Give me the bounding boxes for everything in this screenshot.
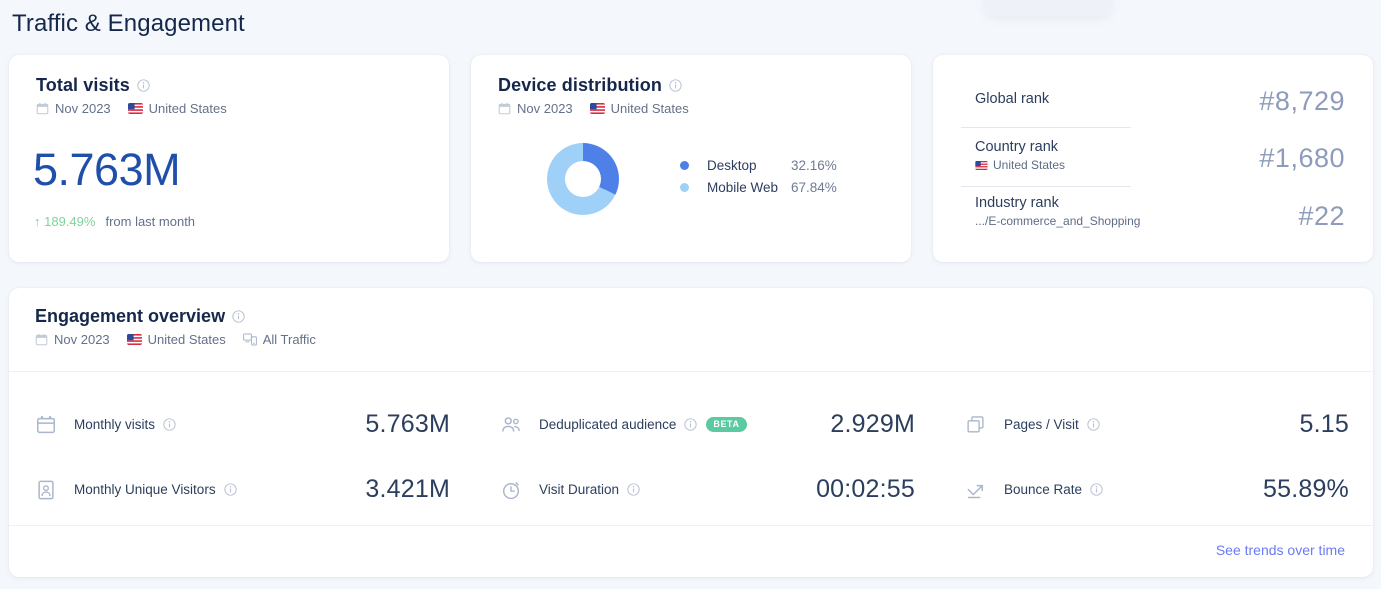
country-rank-value: #1,680	[1259, 143, 1345, 173]
visitor-icon	[35, 479, 57, 501]
legend-value: 32.16%	[791, 157, 837, 173]
legend-label: Desktop	[707, 157, 757, 173]
total-visits-delta: ↑ 189.49% from last month	[34, 214, 195, 229]
metric-visit-duration[interactable]: Visit Duration 00:02:55	[474, 457, 939, 522]
industry-rank-sub: .../E-commerce_and_Shopping	[975, 214, 1345, 228]
delta-percent: 189.49%	[44, 214, 96, 229]
engagement-header: Engagement overview Nov 2023 United Stat…	[9, 288, 1373, 347]
engagement-metrics-grid: Monthly visits 5.763M Deduplicated audie…	[9, 392, 1373, 522]
metric-value: 5.763M	[365, 410, 450, 438]
total-visits-meta: Nov 2023 United States	[36, 101, 449, 116]
info-icon[interactable]	[137, 79, 150, 92]
see-trends-link[interactable]: See trends over time	[1216, 542, 1345, 558]
cut-off-pill	[985, 0, 1111, 16]
legend-item: Desktop 32.16%	[680, 154, 837, 176]
device-distribution-title-row: Device distribution	[498, 75, 911, 96]
total-visits-header: Total visits Nov 2023 United States	[9, 55, 449, 116]
metric-pages-per-visit[interactable]: Pages / Visit 5.15	[939, 392, 1373, 457]
info-icon[interactable]	[627, 483, 640, 496]
bounce-icon	[965, 479, 987, 501]
engagement-divider-bottom	[9, 525, 1373, 526]
calendar-icon	[35, 333, 48, 346]
info-icon[interactable]	[1087, 418, 1100, 431]
info-icon[interactable]	[684, 418, 698, 431]
engagement-overview-card: Engagement overview Nov 2023 United Stat…	[9, 288, 1373, 577]
metric-value: 3.421M	[365, 475, 450, 503]
global-rank-value: #8,729	[1259, 86, 1345, 116]
engagement-divider-top	[9, 371, 1373, 372]
legend-value: 67.84%	[791, 179, 837, 195]
industry-rank-value: #22	[1298, 201, 1345, 231]
beta-badge: BETA	[706, 417, 747, 432]
us-flag-icon	[127, 103, 143, 114]
us-flag-icon	[975, 160, 988, 170]
country-rank-row[interactable]: Country rank United States #1,680	[975, 139, 1345, 172]
engagement-title: Engagement overview	[35, 306, 226, 326]
global-rank-row[interactable]: Global rank #8,729	[975, 88, 1345, 115]
industry-rank-label: Industry rank	[975, 195, 1059, 211]
device-distribution-legend: Desktop 32.16% Mobile Web 67.84%	[680, 154, 837, 198]
metric-value: 00:02:55	[816, 475, 915, 503]
total-visits-title: Total visits	[36, 75, 130, 95]
total-visits-delta-value: ↑ 189.49%	[34, 214, 95, 229]
industry-rank-row[interactable]: Industry rank .../E-commerce_and_Shoppin…	[975, 195, 1345, 231]
us-flag-icon	[589, 103, 605, 114]
metric-bounce-rate[interactable]: Bounce Rate 55.89%	[939, 457, 1373, 522]
total-visits-delta-note: from last month	[105, 214, 196, 229]
industry-rank-category: .../E-commerce_and_Shopping	[975, 214, 1141, 228]
rank-divider	[961, 127, 1131, 128]
metric-value: 55.89%	[1263, 475, 1349, 503]
country-rank-country: United States	[993, 158, 1066, 172]
page-title: Traffic & Engagement	[12, 10, 245, 37]
us-flag-icon	[126, 334, 142, 345]
metric-value: 5.15	[1299, 410, 1349, 438]
calendar-icon	[35, 414, 57, 436]
device-distribution-title: Device distribution	[498, 75, 662, 95]
info-icon[interactable]	[223, 483, 237, 496]
pages-icon	[965, 414, 987, 436]
metric-label: Bounce Rate	[1004, 482, 1083, 497]
stopwatch-icon	[500, 479, 522, 501]
info-icon[interactable]	[232, 310, 245, 323]
metric-label: Visit Duration	[539, 482, 620, 497]
total-visits-value: 5.763M	[33, 144, 181, 195]
info-icon[interactable]	[163, 418, 176, 431]
metric-label: Deduplicated audience	[539, 417, 677, 432]
info-icon[interactable]	[669, 79, 682, 92]
engagement-meta: Nov 2023 United States All Traffic	[35, 332, 1373, 347]
metric-monthly-unique-visitors[interactable]: Monthly Unique Visitors 3.421M	[9, 457, 474, 522]
engagement-country: United States	[147, 332, 226, 347]
engagement-title-row: Engagement overview	[35, 306, 1373, 327]
device-distribution-country: United States	[610, 101, 689, 116]
metric-label: Pages / Visit	[1004, 417, 1079, 432]
calendar-icon	[498, 102, 511, 115]
device-distribution-period: Nov 2023	[517, 101, 573, 116]
donut-hole	[565, 161, 601, 197]
rank-divider	[961, 186, 1131, 187]
legend-color-dot	[680, 160, 689, 170]
legend-label: Mobile Web	[707, 179, 779, 195]
legend-color-dot	[680, 182, 689, 192]
total-visits-country: United States	[148, 101, 227, 116]
total-visits-title-row: Total visits	[36, 75, 449, 96]
devices-icon	[242, 333, 257, 346]
device-distribution-donut-chart	[547, 143, 619, 215]
engagement-period: Nov 2023	[54, 332, 110, 347]
legend-item: Mobile Web 67.84%	[680, 176, 837, 198]
metric-label: Monthly Unique Visitors	[74, 482, 216, 497]
delta-arrow-icon: ↑	[34, 214, 41, 229]
metric-monthly-visits[interactable]: Monthly visits 5.763M	[9, 392, 474, 457]
info-icon[interactable]	[1090, 483, 1103, 496]
total-visits-period: Nov 2023	[55, 101, 111, 116]
metric-deduplicated-audience[interactable]: Deduplicated audience BETA 2.929M	[474, 392, 939, 457]
metric-label: Monthly visits	[74, 417, 156, 432]
engagement-traffic-filter[interactable]: All Traffic	[263, 332, 316, 347]
device-distribution-header: Device distribution Nov 2023 United Stat…	[471, 55, 911, 116]
calendar-icon	[36, 102, 49, 115]
people-icon	[500, 414, 522, 436]
device-distribution-meta: Nov 2023 United States	[498, 101, 911, 116]
metric-value: 2.929M	[830, 410, 915, 438]
